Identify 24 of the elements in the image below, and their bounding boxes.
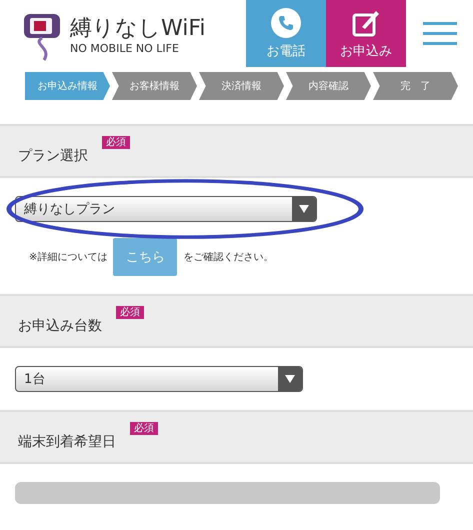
section-title: 端末到着希望日: [18, 433, 116, 451]
menu-icon[interactable]: [423, 22, 457, 46]
required-badge: 必須: [130, 422, 158, 435]
phone-button[interactable]: お電話: [246, 0, 326, 67]
caret-icon: [299, 205, 309, 213]
progress-step: 完 了: [373, 72, 458, 100]
date-field[interactable]: [15, 482, 440, 504]
dropdown[interactable]: 縛りなしプラン: [15, 196, 317, 222]
required-badge: 必須: [102, 136, 130, 149]
logo-title: 縛りなしWiFi: [70, 16, 206, 42]
dropdown[interactable]: 1台: [15, 366, 303, 392]
progress-step: 決済情報: [199, 72, 284, 100]
logo-tagline: NO MOBILE NO LIFE: [70, 42, 180, 56]
progress-step: 内容確認: [286, 72, 371, 100]
required-badge: 必須: [116, 306, 144, 319]
note-text: ※詳細については: [29, 250, 108, 264]
caret-icon: [285, 375, 295, 383]
note-text: をご確認ください。: [183, 250, 274, 264]
section-title: プラン選択: [18, 147, 88, 165]
section-title: お申込み台数: [18, 317, 102, 335]
apply-button[interactable]: お申込み: [326, 0, 406, 67]
progress-step: お客様情報: [112, 72, 197, 100]
phone-icon: [271, 8, 301, 38]
progress-step: お申込み情報: [25, 72, 110, 100]
